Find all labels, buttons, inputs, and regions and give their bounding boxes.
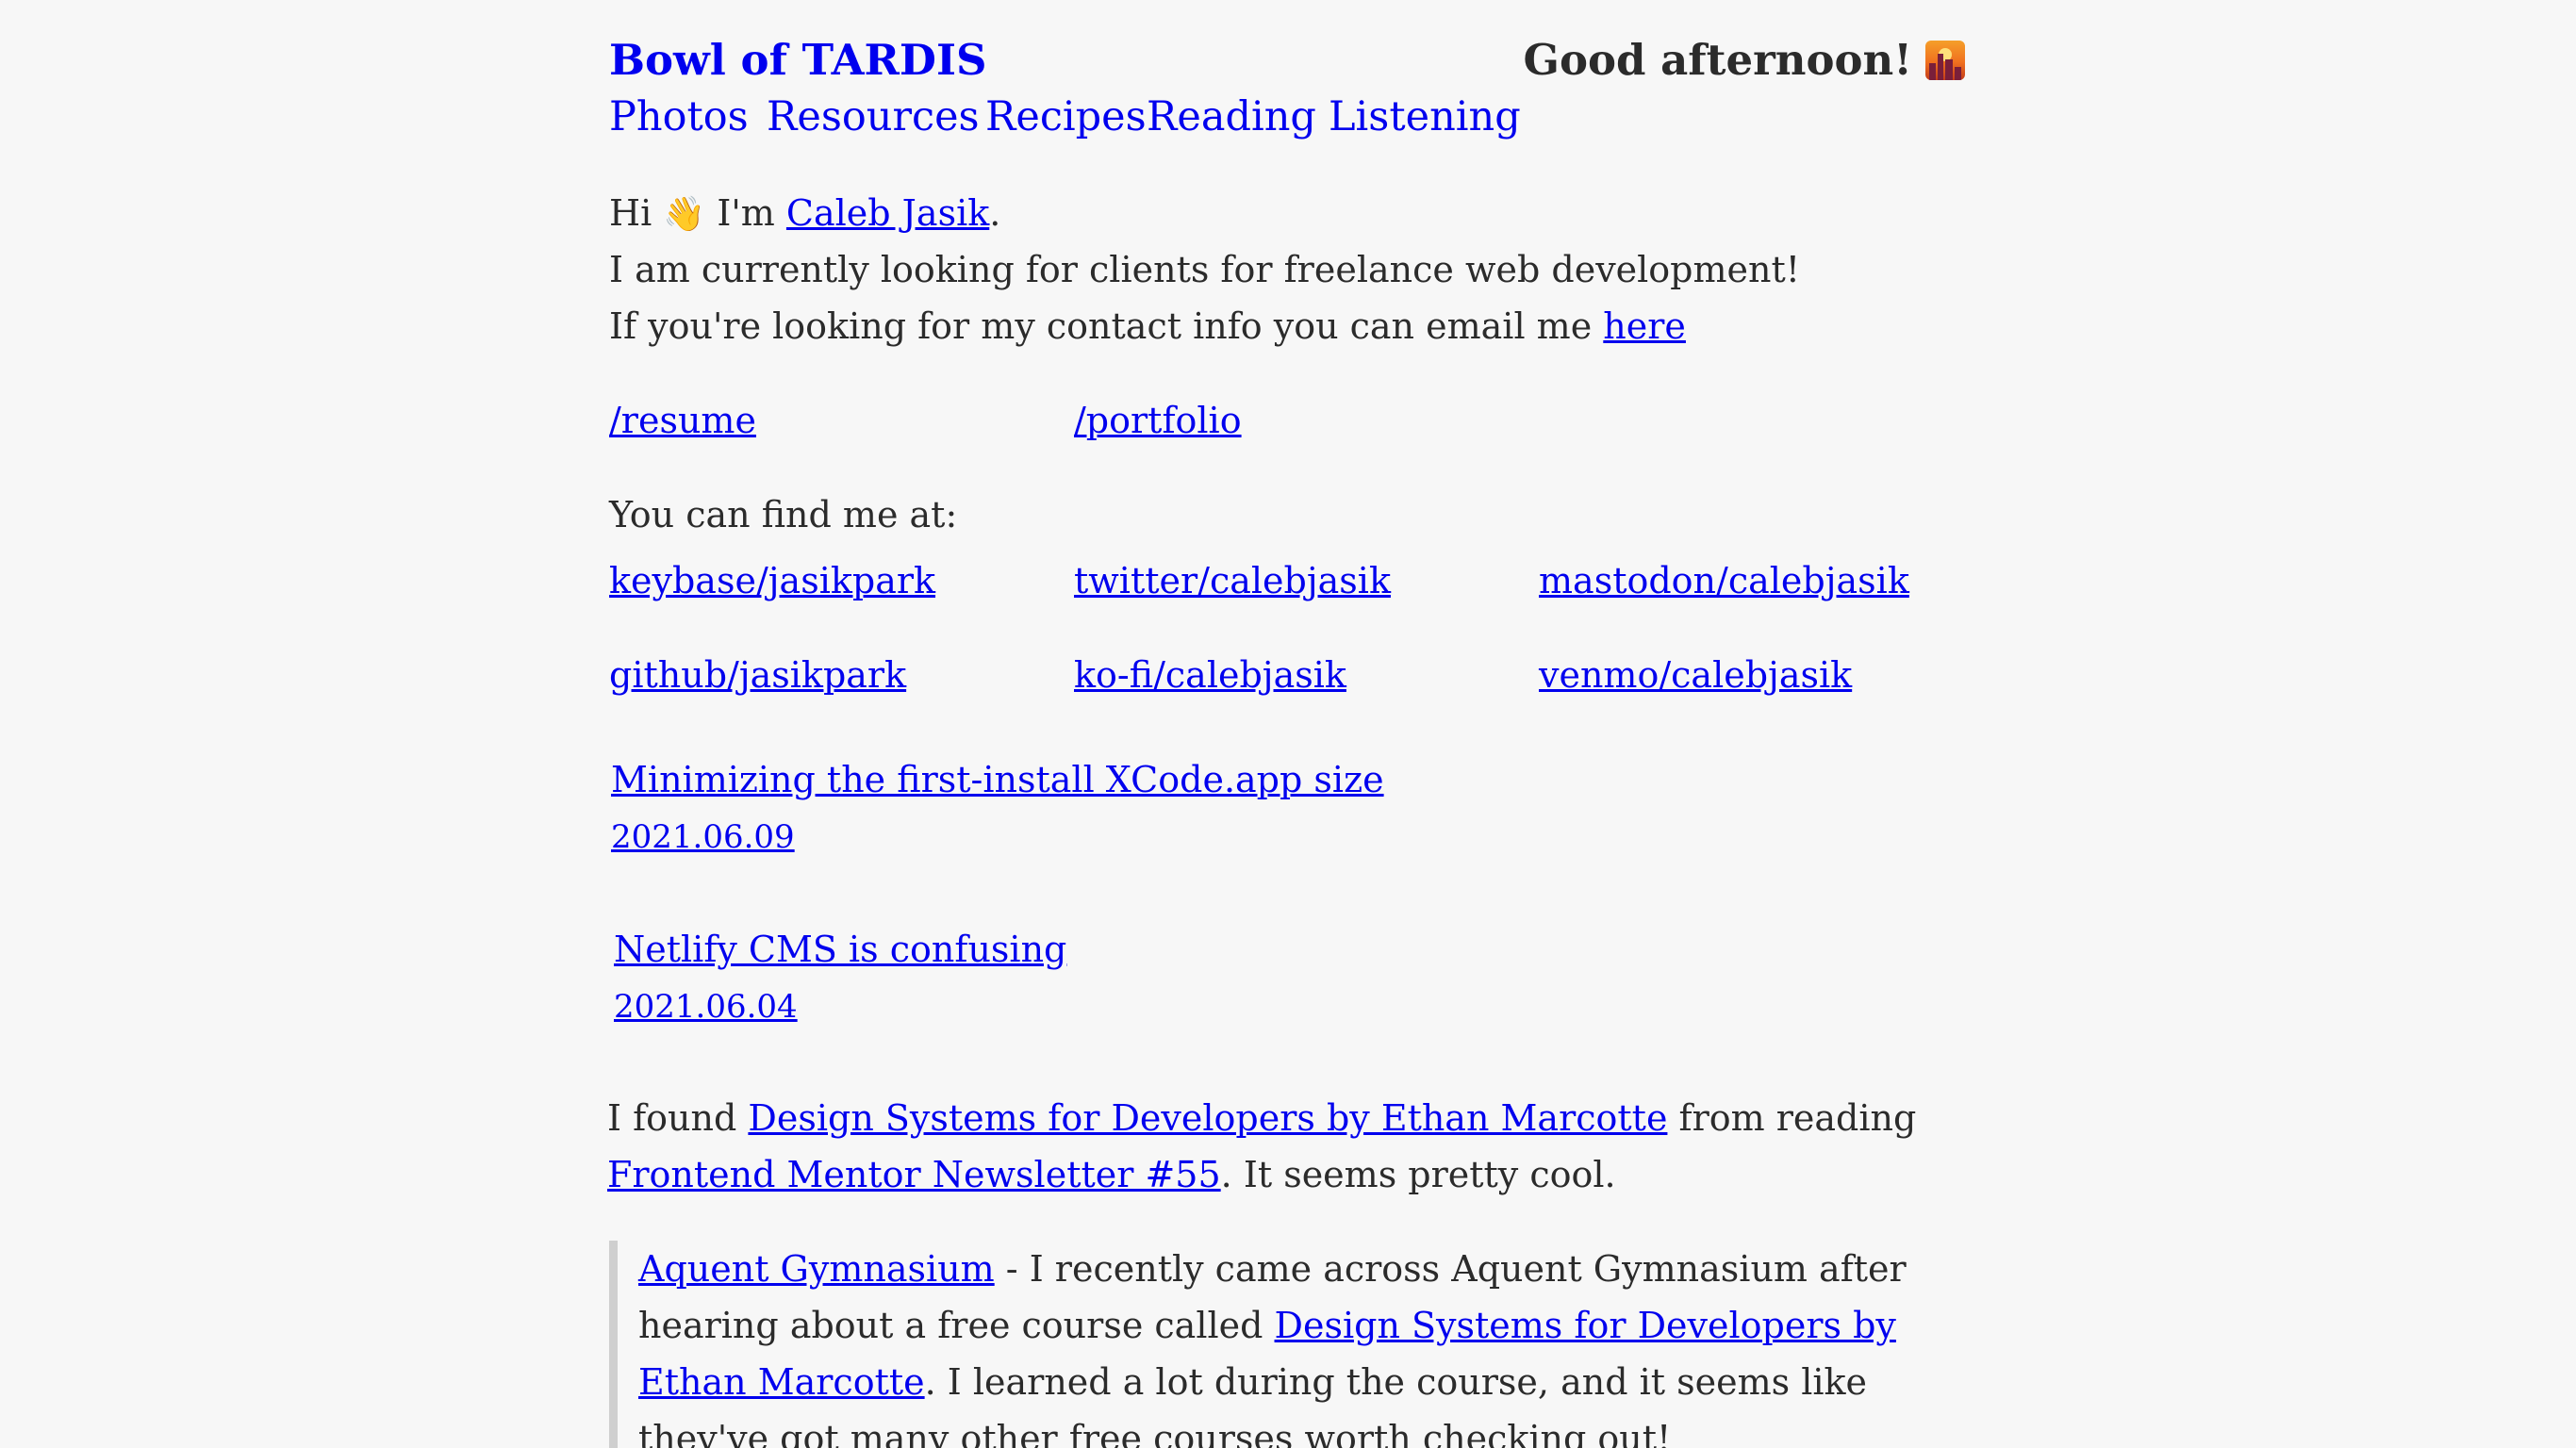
social-link-mastodon[interactable]: mastodon/calebjasik (1539, 552, 1909, 609)
note-suffix: . It seems pretty cool. (1220, 1154, 1616, 1195)
nav-item-recipes[interactable]: Recipes (985, 89, 1147, 145)
post-date-link[interactable]: 2021.06.04 (614, 979, 798, 1035)
note-prefix: I found (607, 1097, 737, 1139)
intro-im: I'm (717, 192, 775, 234)
site-title-link[interactable]: Bowl of TARDIS (609, 32, 987, 89)
author-name-link[interactable]: Caleb Jasik (786, 192, 989, 234)
intro-hi: Hi (609, 192, 652, 234)
note-middle: from reading (1678, 1097, 1917, 1139)
design-systems-link[interactable]: Design Systems for Developers by Ethan M… (748, 1097, 1667, 1139)
greeting: Good afternoon! (1524, 32, 1965, 89)
social-link-github[interactable]: github/jasikpark (609, 647, 906, 703)
freelance-line: I am currently looking for clients for f… (609, 249, 1801, 290)
sunset-city-icon (1925, 41, 1965, 80)
social-link-kofi[interactable]: ko-fi/calebjasik (1074, 647, 1346, 703)
portfolio-link[interactable]: /portfolio (1074, 392, 1242, 449)
email-link[interactable]: here (1603, 305, 1686, 347)
intro-greeting-line: Hi 👋 I'm Caleb Jasik. (609, 185, 1000, 241)
reading-note: I found Design Systems for Developers by… (607, 1090, 1967, 1203)
aquent-gymnasium-link[interactable]: Aquent Gymnasium (638, 1248, 995, 1290)
social-link-keybase[interactable]: keybase/jasikpark (609, 552, 935, 609)
greeting-text: Good afternoon! (1523, 35, 1912, 85)
post-title-link[interactable]: Minimizing the first-install XCode.app s… (611, 751, 1384, 808)
waving-hand-icon: 👋 (663, 195, 706, 234)
resume-link[interactable]: /resume (609, 392, 756, 449)
nav-item-photos[interactable]: Photos (609, 89, 749, 145)
nav-item-reading[interactable]: Reading (1147, 89, 1316, 145)
social-link-venmo[interactable]: venmo/calebjasik (1539, 647, 1852, 703)
page: Bowl of TARDIS Good afternoon! Photos Re… (607, 0, 1967, 1448)
post-date-link[interactable]: 2021.06.09 (611, 809, 795, 865)
newsletter-link[interactable]: Frontend Mentor Newsletter #55 (607, 1154, 1221, 1195)
intro-name-suffix: . (989, 192, 1001, 234)
social-heading: You can find me at: (609, 494, 958, 535)
nav-item-listening[interactable]: Listening (1329, 89, 1521, 145)
contact-line: If you're looking for my contact info yo… (609, 298, 1686, 354)
social-link-twitter[interactable]: twitter/calebjasik (1074, 552, 1391, 609)
contact-prefix: If you're looking for my contact info yo… (609, 305, 1593, 347)
post-title-link[interactable]: Netlify CMS is confusing (614, 921, 1066, 978)
nav-item-resources[interactable]: Resources (767, 89, 980, 145)
gymnasium-quote: Aquent Gymnasium - I recently came acros… (609, 1241, 1965, 1448)
